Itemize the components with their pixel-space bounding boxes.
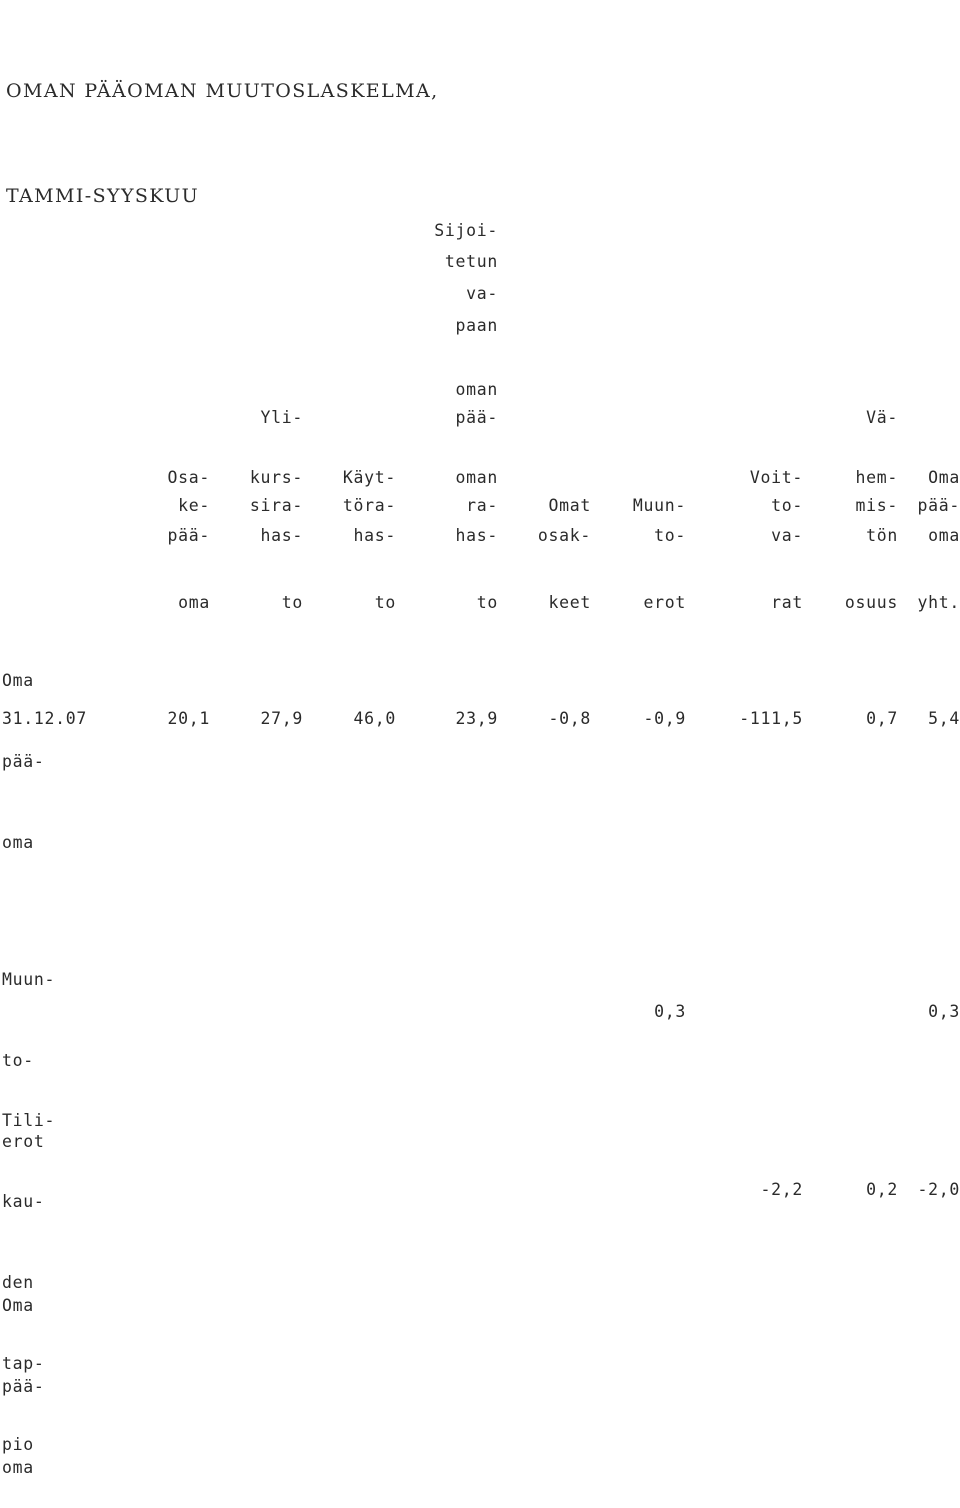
table-row-label-oma-paaoma-opening: Oma pää- oma [2,613,45,883]
col-header-3-line-1: oman [455,468,498,487]
header-sijoitetun-line-3: va- [466,284,498,303]
col-header-5-line-2: Muun- [632,496,686,515]
page-title-line-1: OMAN PÄÄOMAN MUUTOSLASKELMA, [6,80,439,102]
header-va-label: Vä- [866,408,898,427]
table-cell-r0-c5: -0,9 [643,709,686,728]
row-label-line: oma [2,833,34,852]
row-label-line: Muun- [2,970,56,989]
header-sijoitetun-line-4: paan [455,316,498,335]
header-sijoitetun-line-2: tetun [444,252,498,271]
header-oman-paa-line-2: pää- [455,408,498,427]
col-header-8-line-3: oma [928,526,960,545]
table-row-date-opening: 31.12.07 [2,709,88,728]
header-yli-label: Yli- [260,408,303,427]
page-title: OMAN PÄÄOMAN MUUTOSLASKELMA, TAMMI-SYYSK… [6,4,439,249]
row-label-line: pää- [2,1377,45,1396]
table-row-label-oma-paaoma-closing: Oma pää- oma [2,1238,45,1508]
table-cell-r1-c5: 0,3 [654,1002,686,1021]
header-oman-paa-line-1: oman [455,380,498,399]
row-label-line: kau- [2,1192,45,1211]
row-label-line: Oma [2,1296,34,1315]
col-header-8-line-2: pää- [917,496,960,515]
row-label-line: Oma [2,671,34,690]
row-label-line: pää- [2,752,45,771]
header-sijoitetun-line-1: Sijoi- [434,221,498,240]
col-header-8-line-1: Oma [928,468,960,487]
table-cell-r0-c8: 5,4 [928,709,960,728]
col-header-5-line-3: to- [654,526,686,545]
col-header-8-line-4: yht. [917,593,960,612]
table-cell-r2-c8: -2,0 [917,1180,960,1199]
page-title-line-2: TAMMI-SYYSKUU [6,185,200,207]
row-label-line: Tili- [2,1111,56,1130]
col-header-5-line-4: erot [643,593,686,612]
row-label-line: oma [2,1458,34,1477]
table-cell-r1-c8: 0,3 [928,1002,960,1021]
